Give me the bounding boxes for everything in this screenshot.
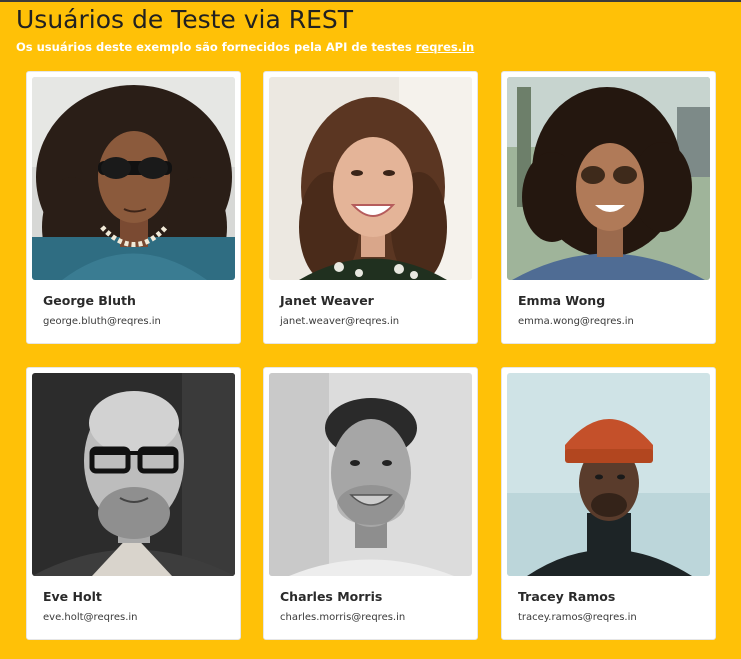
page-header: Usuários de Teste via REST Os usuários d… [16, 4, 474, 54]
user-card[interactable]: George Bluth george.bluth@reqres.in [26, 71, 241, 344]
user-name: Charles Morris [280, 589, 383, 604]
user-photo [507, 373, 710, 576]
top-border [0, 0, 741, 2]
user-name: Janet Weaver [280, 293, 374, 308]
user-card[interactable]: Emma Wong emma.wong@reqres.in [501, 71, 716, 344]
user-name: Tracey Ramos [518, 589, 616, 604]
user-name: Eve Holt [43, 589, 102, 604]
user-card[interactable]: Eve Holt eve.holt@reqres.in [26, 367, 241, 640]
reqres-link[interactable]: reqres.in [416, 40, 475, 54]
user-name: George Bluth [43, 293, 136, 308]
user-photo [32, 77, 235, 280]
user-email: emma.wong@reqres.in [518, 316, 634, 327]
user-email: george.bluth@reqres.in [43, 316, 161, 327]
page-subtitle: Os usuários deste exemplo são fornecidos… [16, 40, 474, 54]
user-email: eve.holt@reqres.in [43, 612, 138, 623]
user-photo [32, 373, 235, 576]
user-email: tracey.ramos@reqres.in [518, 612, 637, 623]
user-email: janet.weaver@reqres.in [280, 316, 400, 327]
user-card[interactable]: Tracey Ramos tracey.ramos@reqres.in [501, 367, 716, 640]
user-photo [507, 77, 710, 280]
user-email: charles.morris@reqres.in [280, 612, 406, 623]
user-card[interactable]: Janet Weaver janet.weaver@reqres.in [263, 71, 478, 344]
page-title: Usuários de Teste via REST [16, 5, 354, 34]
subtitle-text: Os usuários deste exemplo são fornecidos… [16, 40, 416, 54]
user-name: Emma Wong [518, 293, 606, 308]
user-card[interactable]: Charles Morris charles.morris@reqres.in [263, 367, 478, 640]
user-photo [269, 373, 472, 576]
user-photo [269, 77, 472, 280]
